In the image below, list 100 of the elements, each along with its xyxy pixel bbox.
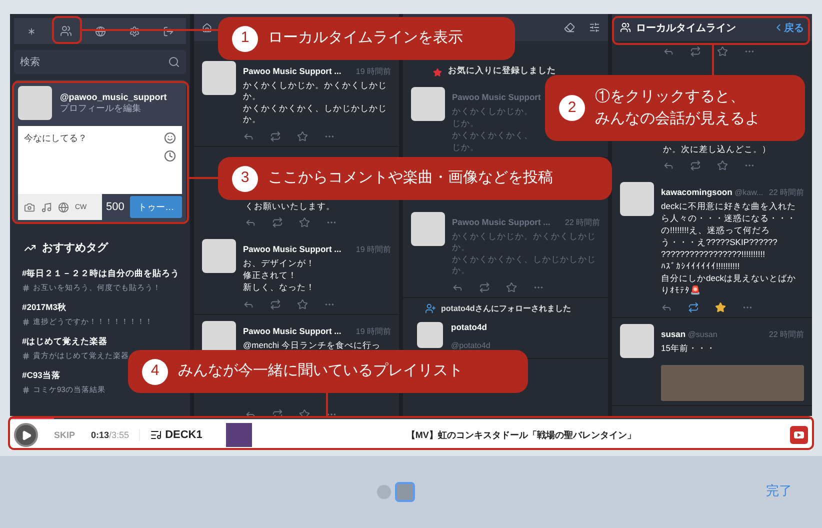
post-time: 19 時間前 [356, 326, 391, 338]
asterisk-icon [26, 26, 37, 36]
user-plus-icon [425, 303, 436, 314]
post-time: 19 時間前 [356, 244, 391, 256]
video-play-icon[interactable] [790, 426, 808, 444]
post-text: お、デザインが！ [243, 258, 316, 270]
play-icon [20, 430, 32, 440]
post-text: かくかくしかじか。かくかくしかじか。 [452, 231, 597, 254]
author-name: Pawoo Music Support ... [243, 326, 342, 336]
post-text: かくかくしかじか。かくかくしかじか。 [243, 80, 388, 102]
avatar [411, 87, 445, 121]
author-handle: @susan [686, 330, 718, 340]
star-icon[interactable] [297, 131, 308, 142]
author-name: susan [661, 329, 686, 340]
home-icon [202, 22, 212, 32]
post-text: じか。 [452, 118, 480, 130]
compose-box[interactable]: 今なにしてる？ [18, 126, 182, 194]
back-link[interactable]: 戻る [773, 20, 804, 34]
toot-button[interactable]: トゥー… [130, 196, 182, 218]
post-time: 22 時間前 [564, 217, 600, 228]
post-text: かくかくかくかく、しかじかしかじか。 [452, 254, 597, 276]
author-name: Pawoo Music Support [452, 92, 541, 102]
step-number: 4 [142, 358, 168, 384]
hashtag-link[interactable]: #2017M3秋 [22, 302, 66, 314]
track-duration: /3:55 [109, 430, 130, 440]
star-icon[interactable] [299, 217, 310, 228]
post-text: 15年前・・・ [661, 343, 716, 354]
star-icon[interactable] [506, 282, 517, 294]
edit-profile-link[interactable]: プロフィールを編集 [60, 102, 167, 114]
callout-text: みんなが今一緒に聞いているプレイリスト [178, 361, 463, 382]
author-name: potato4d [451, 322, 487, 332]
post-text: かくかくしかじか。 [452, 106, 534, 118]
step-number: 2 [559, 95, 585, 121]
logout-icon[interactable] [163, 26, 174, 36]
play-button[interactable] [14, 423, 38, 447]
reply-icon[interactable] [243, 299, 254, 310]
step-number: 3 [232, 166, 258, 192]
page-dot[interactable] [377, 485, 391, 499]
tag-icon [22, 284, 30, 292]
leader-line [189, 177, 218, 179]
globe-icon[interactable] [94, 26, 106, 36]
post-text: ?????????????????!!!!!!!!!! [661, 249, 766, 260]
avatar [202, 239, 236, 274]
reply-icon[interactable] [661, 302, 672, 314]
post-time: 22 時間前 [768, 329, 804, 340]
boost-icon[interactable] [690, 46, 701, 57]
boost-icon[interactable] [270, 299, 281, 310]
people-icon[interactable] [60, 25, 72, 37]
settings-icon[interactable] [129, 26, 140, 36]
section-title: おすすめタグ [42, 241, 108, 255]
author-handle: @potato4d [451, 341, 490, 350]
reply-icon[interactable] [243, 131, 254, 142]
post-text: の!!!!!!!!え、迷惑って何だろ [661, 225, 771, 236]
leader-line [326, 393, 328, 416]
post-text: かくかくかくかく、 [452, 130, 534, 142]
tag-icon [22, 352, 30, 360]
avatar [202, 61, 236, 95]
boost-icon[interactable] [270, 131, 281, 142]
search-icon [168, 56, 180, 68]
boost-icon[interactable] [272, 217, 283, 228]
notification-text: お気に入りに登録しました [448, 64, 556, 77]
star-icon[interactable] [717, 46, 728, 57]
boost-icon[interactable] [688, 302, 699, 314]
author-handle: @kaw... [734, 188, 764, 198]
reply-icon[interactable] [452, 282, 463, 294]
elapsed-time: 0:13 [91, 430, 110, 440]
author-name: Pawoo Music Support ... [243, 244, 342, 254]
hashtag-link[interactable]: #C93当落 [22, 370, 60, 382]
reply-icon[interactable] [663, 46, 674, 57]
star-icon[interactable] [717, 160, 728, 172]
avatar [411, 212, 445, 246]
hashtag-link[interactable]: #毎日２１－２２時は自分の曲を貼ろう [22, 268, 180, 280]
video-thumbnail [226, 423, 252, 447]
star-icon[interactable] [715, 302, 726, 314]
avatar [620, 182, 654, 216]
boost-icon[interactable] [479, 282, 490, 294]
smile-icon [164, 132, 176, 144]
callout-text: ここからコメントや楽曲・画像などを投稿 [268, 168, 553, 188]
avatar [18, 86, 52, 120]
tag-icon [22, 386, 30, 394]
callout-text: みんなの会話が見えるよ [595, 109, 760, 129]
author-name: Pawoo Music Support ... [452, 217, 550, 228]
star-icon[interactable] [297, 299, 308, 310]
column-title: ローカルタイムライン [636, 22, 736, 34]
avatar [417, 322, 443, 348]
post-text: 新しく、なった！ [243, 282, 316, 294]
sliders-icon [589, 22, 600, 33]
hashtag-link[interactable]: #はじめて覚えた楽器 [22, 336, 108, 348]
post-text: 自分にしかdeckは見えないとばか [661, 273, 797, 284]
author-name: Pawoo Music Support ... [243, 66, 342, 76]
boost-icon[interactable] [690, 160, 701, 172]
star-icon [433, 68, 442, 77]
author-name: kawacomingsoon [661, 187, 732, 198]
reply-icon[interactable] [663, 160, 674, 172]
people-icon [620, 22, 631, 33]
playlist-icon [150, 429, 162, 441]
eraser-icon [564, 22, 575, 33]
reply-icon[interactable] [245, 217, 256, 228]
post-text: ﾊｽﾞｶｼｲｲｲｲｲｲ!!!!!!!!!! [661, 261, 741, 272]
camera-icon [24, 202, 35, 212]
